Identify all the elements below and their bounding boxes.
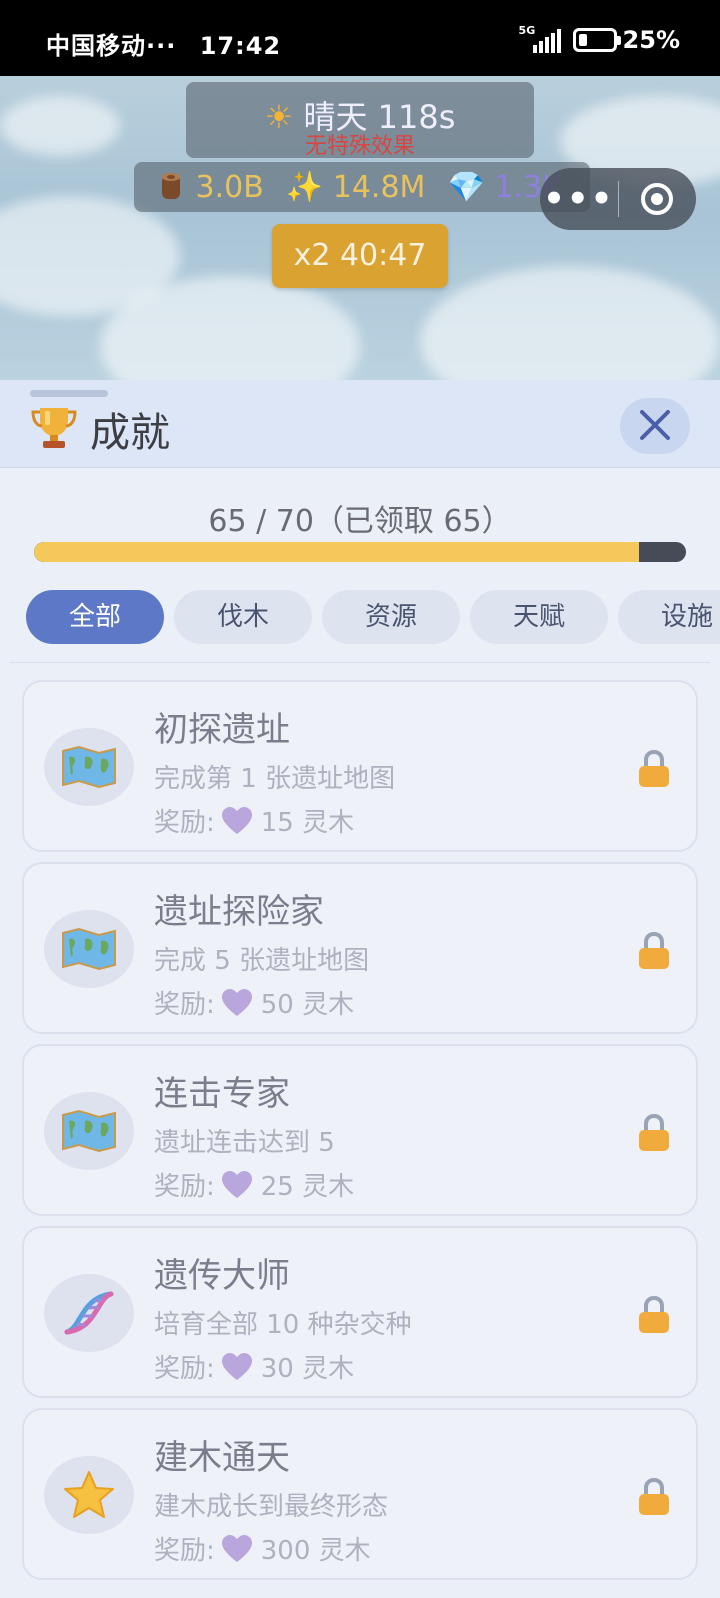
- achievement-card[interactable]: 连击专家 遗址连击达到 5 奖励: 25 灵木: [22, 1044, 698, 1216]
- achievement-desc: 完成第 1 张遗址地图: [154, 764, 396, 794]
- reward-prefix: 奖励:: [154, 1536, 215, 1566]
- record-target-icon: [641, 183, 674, 215]
- drag-handle[interactable]: [30, 390, 108, 397]
- achievement-icon: [44, 910, 134, 988]
- tab-facilities[interactable]: 设施: [618, 590, 720, 644]
- sparkle-icon: ✨: [285, 169, 324, 205]
- star-icon: [64, 1471, 114, 1518]
- achievement-icon: [44, 1456, 134, 1534]
- more-options-icon[interactable]: •••: [540, 182, 618, 216]
- tab-all[interactable]: 全部: [26, 590, 164, 644]
- achievement-desc: 完成 5 张遗址地图: [154, 946, 370, 976]
- reward-prefix: 奖励:: [154, 1354, 215, 1384]
- reward-amount: 15 灵木: [260, 808, 355, 838]
- divider: [10, 662, 710, 663]
- wood-log-icon: [162, 172, 180, 199]
- achievement-list: 初探遗址 完成第 1 张遗址地图 奖励: 15 灵木 遗址探险家 完成 5 张遗…: [22, 680, 698, 1590]
- map-icon: [62, 927, 116, 971]
- category-tabs: 全部 伐木 资源 天赋 设施: [26, 590, 720, 646]
- heart-icon: [221, 1170, 252, 1198]
- lock-icon: [639, 932, 669, 969]
- status-left: 中国移动··· 17:42: [46, 26, 281, 61]
- achievement-icon: [44, 1274, 134, 1352]
- achievement-name: 连击专家: [154, 1074, 290, 1114]
- reward-prefix: 奖励:: [154, 990, 215, 1020]
- heart-icon: [221, 988, 252, 1016]
- lock-icon: [639, 1114, 669, 1151]
- tab-logging[interactable]: 伐木: [174, 590, 312, 644]
- achievement-card[interactable]: 遗址探险家 完成 5 张遗址地图 奖励: 50 灵木: [22, 862, 698, 1034]
- reward-prefix: 奖励:: [154, 1172, 215, 1202]
- progress-bar: [34, 542, 686, 562]
- achievement-name: 遗址探险家: [154, 892, 324, 932]
- achievement-reward: 奖励: 15 灵木: [154, 802, 354, 839]
- achievement-icon: [44, 728, 134, 806]
- map-icon: [62, 1109, 116, 1153]
- signal-icon: 5G: [519, 25, 561, 53]
- reward-prefix: 奖励:: [154, 808, 215, 838]
- tab-talents[interactable]: 天赋: [470, 590, 608, 644]
- lock-icon: [639, 750, 669, 787]
- wood-amount: 3.0B: [195, 169, 264, 205]
- achievements-panel: 成就 65 / 70（已领取 65） 全部 伐木 资源 天赋 设施 初探遗址 完…: [0, 380, 720, 1598]
- game-scene: ☀ 晴天 118s 无特殊效果 3.0B ✨ 14.8M 💎 1.3K x2 4…: [0, 76, 720, 386]
- weather-effect: 无特殊效果: [304, 134, 415, 159]
- heart-icon: [221, 1352, 252, 1380]
- achievement-icon: [44, 1092, 134, 1170]
- achievement-desc: 遗址连击达到 5: [154, 1128, 335, 1158]
- lock-icon: [639, 1478, 669, 1515]
- achievement-name: 建木通天: [154, 1438, 290, 1478]
- dna-icon: [64, 1291, 114, 1335]
- carrier-name: 中国移动···: [46, 32, 177, 60]
- achievement-reward: 奖励: 25 灵木: [154, 1166, 354, 1203]
- status-right: 5G 25%: [519, 25, 680, 55]
- achievement-card[interactable]: 遗传大师 培育全部 10 种杂交种 奖励: 30 灵木: [22, 1226, 698, 1398]
- progress-text: 65 / 70（已领取 65）: [208, 504, 512, 539]
- battery-icon: [572, 28, 621, 52]
- close-icon: [640, 410, 670, 440]
- clock-time: 17:42: [199, 32, 282, 60]
- weather-banner: ☀ 晴天 118s 无特殊效果: [186, 82, 534, 159]
- reward-amount: 30 灵木: [260, 1354, 355, 1384]
- lock-icon: [639, 1296, 669, 1333]
- close-panel-button[interactable]: [620, 398, 690, 454]
- status-bar: 中国移动··· 17:42 5G 25%: [0, 0, 720, 76]
- achievement-desc: 培育全部 10 种杂交种: [154, 1310, 412, 1340]
- panel-title: 成就: [90, 410, 170, 456]
- progress-fill: [34, 542, 640, 562]
- trophy-icon: [31, 408, 77, 448]
- achievement-reward: 奖励: 30 灵木: [154, 1348, 354, 1385]
- heart-icon: [221, 806, 252, 834]
- heart-icon: [221, 1534, 252, 1562]
- reward-amount: 50 灵木: [260, 990, 355, 1020]
- tab-resources[interactable]: 资源: [322, 590, 460, 644]
- boost-timer-button[interactable]: x2 40:47: [272, 224, 448, 288]
- achievement-name: 遗传大师: [154, 1256, 290, 1296]
- close-miniprogram-button[interactable]: [619, 183, 697, 215]
- achievement-desc: 建木成长到最终形态: [154, 1492, 389, 1522]
- achievement-reward: 奖励: 300 灵木: [154, 1530, 371, 1567]
- resource-bar: 3.0B ✨ 14.8M 💎 1.3K: [134, 162, 590, 212]
- panel-header: 成就: [0, 380, 720, 468]
- achievement-name: 初探遗址: [154, 710, 290, 750]
- reward-amount: 300 灵木: [260, 1536, 371, 1566]
- battery-percent: 25%: [622, 26, 680, 54]
- map-icon: [62, 745, 116, 789]
- achievement-card[interactable]: 建木通天 建木成长到最终形态 奖励: 300 灵木: [22, 1408, 698, 1580]
- diamond-icon: 💎: [447, 169, 485, 205]
- achievement-reward: 奖励: 50 灵木: [154, 984, 354, 1021]
- miniprogram-capsule: •••: [540, 168, 696, 230]
- achievement-card[interactable]: 初探遗址 完成第 1 张遗址地图 奖励: 15 灵木: [22, 680, 698, 852]
- sparkle-amount: 14.8M: [332, 169, 426, 205]
- reward-amount: 25 灵木: [260, 1172, 355, 1202]
